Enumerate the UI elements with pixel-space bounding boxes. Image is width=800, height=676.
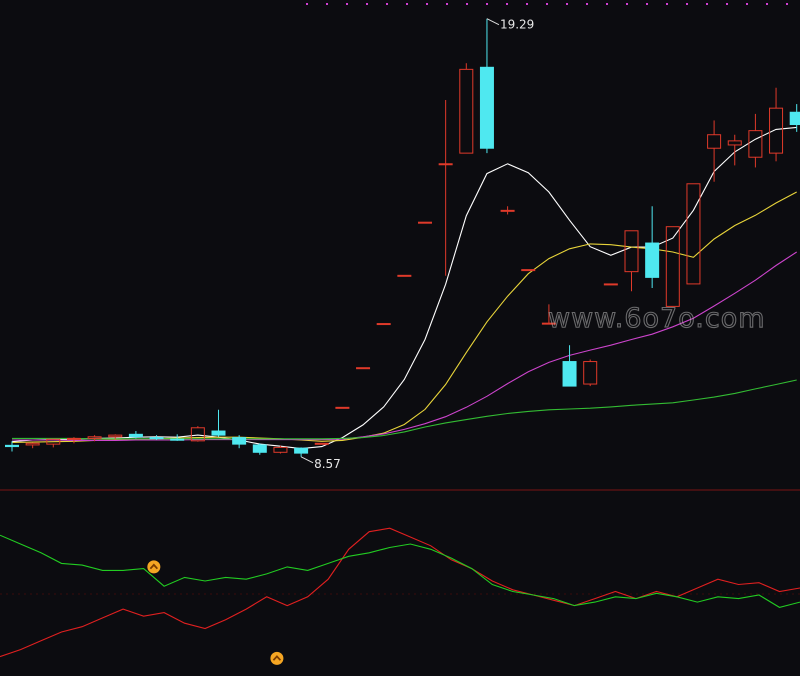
top-dot	[506, 3, 508, 5]
signal-marker	[270, 651, 284, 665]
top-dot	[726, 3, 728, 5]
top-dot	[746, 3, 748, 5]
candle-body	[294, 447, 309, 454]
candle-body	[418, 221, 432, 224]
candle-body	[232, 437, 247, 445]
candle	[603, 283, 618, 286]
top-dot	[426, 3, 428, 5]
low-price-label: 8.57	[314, 457, 341, 471]
candle-body	[500, 209, 515, 212]
top-dot	[586, 3, 588, 5]
candle-body	[397, 274, 412, 277]
candle-body	[562, 361, 577, 387]
top-dot	[446, 3, 448, 5]
top-dot	[306, 3, 308, 5]
top-dot	[346, 3, 348, 5]
candle-body	[211, 430, 226, 436]
candle-body	[603, 283, 618, 286]
candle-body	[335, 406, 350, 409]
top-dot	[526, 3, 528, 5]
candle	[356, 367, 371, 370]
stock-chart: 19.29 8.57 www.6o7o.com	[0, 0, 800, 676]
top-dot	[786, 3, 788, 5]
candle-body	[356, 367, 371, 370]
candle-body	[66, 437, 81, 440]
chart-background	[0, 0, 800, 676]
candle	[335, 406, 350, 409]
top-dot	[706, 3, 708, 5]
top-dot	[386, 3, 388, 5]
candle-body	[521, 269, 536, 272]
candle-body	[789, 111, 800, 126]
top-dot	[626, 3, 628, 5]
candle	[418, 221, 432, 224]
watermark: www.6o7o.com	[548, 303, 766, 334]
candle-body	[314, 442, 329, 445]
top-dot	[686, 3, 688, 5]
candle-body	[645, 242, 660, 278]
signal-marker	[147, 560, 161, 574]
top-dot	[766, 3, 768, 5]
candle	[397, 274, 412, 277]
candle-body	[479, 66, 494, 149]
top-dot	[486, 3, 488, 5]
high-price-label: 19.29	[500, 18, 534, 32]
candle	[521, 269, 536, 272]
candle-body	[149, 437, 164, 440]
candle-body	[170, 438, 185, 441]
candle	[376, 323, 391, 326]
candle-body	[5, 444, 19, 448]
signal-marker-circle	[270, 651, 284, 665]
top-dot	[606, 3, 608, 5]
top-dot	[466, 3, 468, 5]
top-dot	[566, 3, 568, 5]
candle-body	[438, 163, 453, 166]
candle-body	[252, 444, 267, 453]
candle	[314, 442, 329, 445]
candle-body	[376, 323, 391, 326]
signal-marker-circle	[147, 560, 161, 574]
top-dot	[666, 3, 668, 5]
top-dot	[326, 3, 328, 5]
top-dot	[546, 3, 548, 5]
top-dot	[366, 3, 368, 5]
top-dot	[646, 3, 648, 5]
candle-body	[128, 433, 143, 438]
top-dot	[406, 3, 408, 5]
